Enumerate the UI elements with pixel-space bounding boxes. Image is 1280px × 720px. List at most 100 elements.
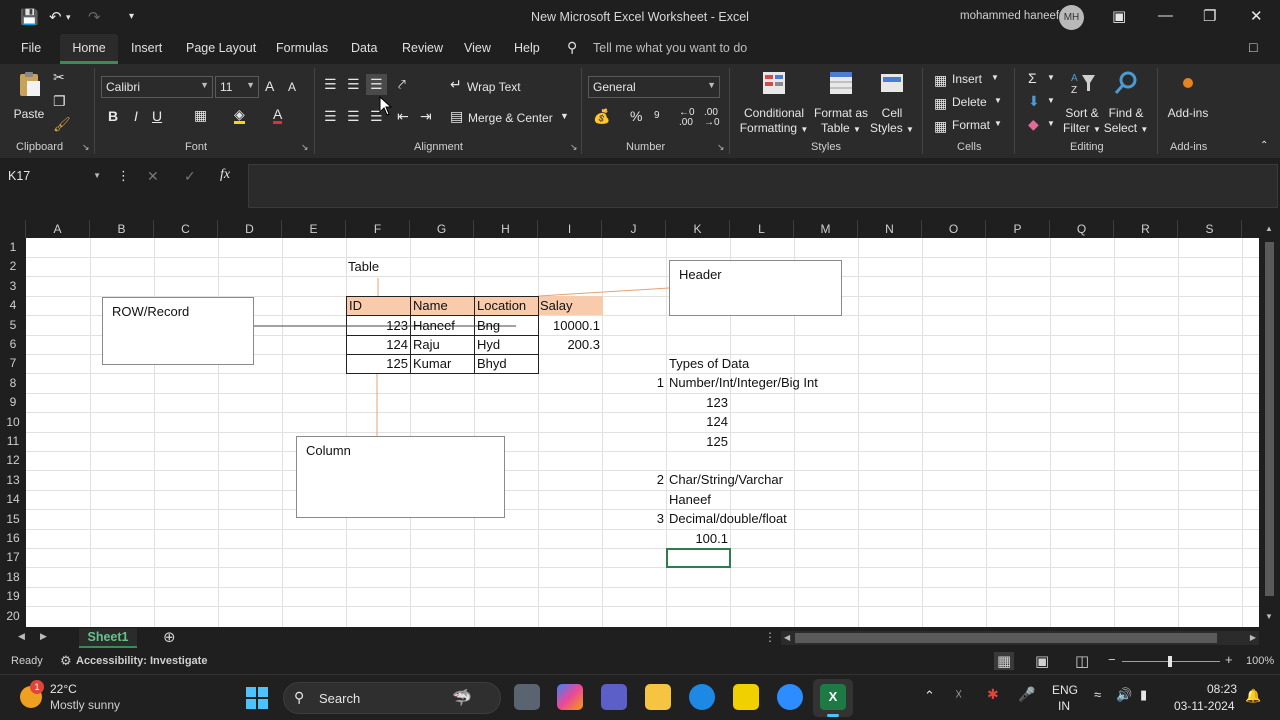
page-layout-view-icon[interactable]: ▣ bbox=[1035, 652, 1049, 670]
underline-icon[interactable]: U bbox=[152, 108, 162, 124]
battery-icon[interactable]: ▮ bbox=[1140, 687, 1147, 703]
column-header[interactable]: K bbox=[666, 220, 730, 238]
chevron-down-icon[interactable]: ▼ bbox=[560, 111, 569, 121]
page-break-view-icon[interactable]: ◫ bbox=[1075, 652, 1089, 670]
add-sheet-icon[interactable]: ⊕ bbox=[163, 628, 176, 646]
ribbon-display-icon[interactable]: ▣ bbox=[1112, 7, 1126, 25]
decrease-indent-icon[interactable]: ⇤ bbox=[397, 108, 409, 125]
accessibility-status[interactable]: Accessibility: Investigate bbox=[76, 655, 207, 667]
worksheet-grid[interactable]: Table ID Name Location Salay 123 Haneef … bbox=[26, 238, 1259, 627]
windows-start-icon[interactable] bbox=[245, 686, 269, 710]
column-header[interactable]: E bbox=[282, 220, 346, 238]
insert-function-icon[interactable]: fx bbox=[220, 167, 230, 183]
row-header[interactable]: 9 bbox=[0, 393, 26, 412]
column-header[interactable]: J bbox=[602, 220, 666, 238]
avatar[interactable]: MH bbox=[1059, 5, 1084, 30]
cell-g7[interactable]: Kumar bbox=[413, 354, 451, 373]
row-header[interactable]: 11 bbox=[0, 432, 26, 451]
copilot-icon[interactable] bbox=[557, 684, 583, 710]
comments-icon[interactable]: □ bbox=[1249, 39, 1257, 55]
column-header[interactable]: G bbox=[410, 220, 474, 238]
taskbar-search[interactable]: ⚲ Search 🦈 bbox=[283, 682, 501, 714]
column-header[interactable]: A bbox=[26, 220, 90, 238]
scrollbar-thumb[interactable] bbox=[1265, 242, 1274, 596]
column-header[interactable]: N bbox=[858, 220, 922, 238]
scrollbar-thumb[interactable] bbox=[795, 633, 1217, 643]
zoom-slider-thumb[interactable] bbox=[1168, 656, 1172, 667]
prev-sheet-icon[interactable]: ◀ bbox=[18, 631, 25, 642]
cell-k9[interactable]: 123 bbox=[666, 393, 728, 412]
user-name[interactable]: mohammed haneef bbox=[960, 10, 1059, 22]
app-tray-icon[interactable]: ✱ bbox=[987, 686, 999, 703]
autosum-icon[interactable]: Σ bbox=[1028, 70, 1037, 86]
cell-k14[interactable]: Haneef bbox=[669, 490, 711, 509]
tell-me-search[interactable]: Tell me what you want to do bbox=[593, 41, 747, 55]
name-box[interactable]: K17 ▼ bbox=[0, 166, 106, 188]
copy-icon[interactable]: ❐ bbox=[53, 93, 66, 110]
formula-input[interactable] bbox=[248, 164, 1278, 208]
row-header[interactable]: 1 bbox=[0, 238, 26, 257]
format-button[interactable]: Format bbox=[952, 118, 990, 132]
cell-k16[interactable]: 100.1 bbox=[666, 529, 728, 548]
decrease-decimal-icon[interactable]: .00 →0 bbox=[704, 108, 720, 128]
row-header[interactable]: 7 bbox=[0, 354, 26, 373]
alignment-launcher-icon[interactable]: ↘ bbox=[570, 142, 578, 153]
row-header[interactable]: 16 bbox=[0, 529, 26, 548]
number-format-select[interactable]: General ▼ bbox=[588, 76, 720, 98]
borders-icon[interactable]: ▦ bbox=[194, 107, 207, 124]
cell-k11[interactable]: 125 bbox=[666, 432, 728, 451]
excel-taskbar-active[interactable]: X bbox=[813, 679, 853, 717]
scroll-left-icon[interactable]: ◀ bbox=[784, 633, 790, 642]
middle-align-icon[interactable]: ☰ bbox=[347, 76, 360, 93]
select-all-button[interactable] bbox=[0, 220, 26, 238]
row-header[interactable]: 2 bbox=[0, 257, 26, 276]
cell-i4[interactable]: Salay bbox=[540, 296, 573, 315]
column-header[interactable]: O bbox=[922, 220, 986, 238]
row-header[interactable]: 10 bbox=[0, 413, 26, 432]
increase-indent-icon[interactable]: ⇥ bbox=[420, 108, 432, 125]
column-header[interactable]: M bbox=[794, 220, 858, 238]
decrease-font-icon[interactable]: A bbox=[288, 80, 296, 94]
sort-filter-button[interactable]: A Z Sort & Filter ▼ bbox=[1061, 69, 1103, 137]
vertical-scrollbar[interactable]: ▲ ▼ bbox=[1259, 220, 1280, 628]
row-header[interactable]: 15 bbox=[0, 510, 26, 529]
tab-home[interactable]: Home bbox=[60, 34, 118, 64]
cell-j8[interactable]: 1 bbox=[602, 373, 664, 392]
sticky-notes-icon[interactable] bbox=[733, 684, 759, 710]
currency-icon[interactable]: 💰 bbox=[593, 108, 610, 125]
cell-styles-button[interactable]: Cell Styles ▼ bbox=[868, 69, 916, 137]
font-color-icon[interactable]: A bbox=[273, 107, 283, 124]
zoom-out-icon[interactable]: − bbox=[1108, 652, 1116, 667]
row-record-textbox[interactable]: ROW/Record bbox=[102, 297, 254, 365]
column-header[interactable]: P bbox=[986, 220, 1050, 238]
scroll-down-icon[interactable]: ▼ bbox=[1265, 612, 1273, 621]
tab-formulas[interactable]: Formulas bbox=[276, 41, 328, 55]
column-textbox[interactable]: Column bbox=[296, 436, 505, 518]
column-header[interactable]: H bbox=[474, 220, 538, 238]
cell-k8[interactable]: Number/Int/Integer/Big Int bbox=[669, 373, 818, 392]
chevron-up-icon[interactable]: ⌃ bbox=[924, 688, 935, 704]
volume-icon[interactable]: 🔊 bbox=[1116, 687, 1132, 703]
teams-icon[interactable] bbox=[601, 684, 627, 710]
font-launcher-icon[interactable]: ↘ bbox=[301, 142, 309, 153]
clipboard-launcher-icon[interactable]: ↘ bbox=[82, 142, 90, 153]
file-explorer-icon[interactable] bbox=[645, 684, 671, 710]
row-header[interactable]: 12 bbox=[0, 451, 26, 470]
horizontal-scrollbar[interactable]: ◀ ▶ bbox=[781, 631, 1259, 645]
column-header[interactable]: R bbox=[1114, 220, 1178, 238]
delete-button[interactable]: Delete bbox=[952, 95, 987, 109]
cell-h7[interactable]: Bhyd bbox=[477, 354, 507, 373]
row-header[interactable]: 4 bbox=[0, 296, 26, 315]
column-header[interactable]: L bbox=[730, 220, 794, 238]
cell-k13[interactable]: Char/String/Varchar bbox=[669, 470, 783, 489]
microphone-icon[interactable]: 🎤 bbox=[1018, 686, 1035, 703]
cell-k15[interactable]: Decimal/double/float bbox=[669, 509, 787, 528]
row-header[interactable]: 6 bbox=[0, 335, 26, 354]
tab-options-icon[interactable]: ⋮ bbox=[764, 630, 776, 644]
zoom-level[interactable]: 100% bbox=[1246, 655, 1274, 667]
font-size-select[interactable]: 11 ▼ bbox=[215, 76, 259, 98]
clock-date[interactable]: 03-11-2024 bbox=[1174, 699, 1235, 713]
align-center-icon[interactable]: ☰ bbox=[347, 108, 360, 125]
cell-f5[interactable]: 123 bbox=[346, 316, 408, 335]
cell-k7[interactable]: Types of Data bbox=[669, 354, 749, 373]
